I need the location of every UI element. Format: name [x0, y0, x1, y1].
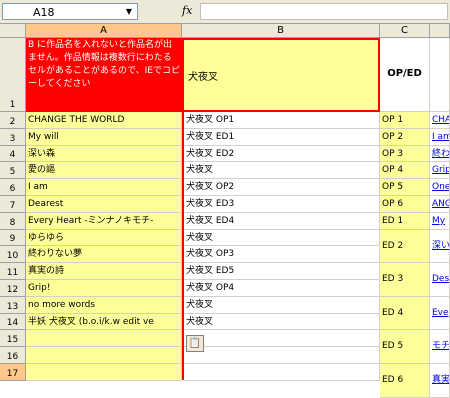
row-header[interactable]: 3 — [0, 128, 26, 146]
selection-border — [182, 112, 184, 380]
row-header[interactable]: 15 — [0, 330, 26, 348]
link-cell[interactable]: 深い — [430, 229, 450, 264]
series-cell[interactable]: 犬夜叉 ED2 — [184, 145, 380, 163]
song-title-cell[interactable]: 真実の詩 — [26, 263, 182, 280]
series-cell[interactable]: 犬夜叉 ED4 — [184, 212, 380, 230]
row-header[interactable]: 13 — [0, 296, 26, 314]
series-cell[interactable]: 犬夜叉 ED3 — [184, 196, 380, 213]
op-ed-cell[interactable]: ED 2 — [380, 229, 430, 264]
row-header[interactable]: 2 — [0, 112, 26, 129]
title-cell[interactable]: 犬夜叉 — [182, 38, 380, 112]
row-header[interactable]: 9 — [0, 229, 26, 247]
row-header[interactable]: 1 — [0, 38, 26, 112]
link-cell[interactable]: Eve — [430, 296, 450, 331]
series-cell[interactable]: 犬夜叉 — [184, 313, 380, 331]
song-title-cell[interactable] — [26, 347, 182, 364]
cell[interactable] — [430, 38, 450, 112]
row-header[interactable]: 11 — [0, 263, 26, 280]
select-all-corner[interactable] — [0, 24, 26, 38]
song-title-cell[interactable]: 終わりない夢 — [26, 246, 182, 264]
column-header-a[interactable]: A — [26, 24, 182, 38]
op-ed-cell[interactable]: OP 4 — [380, 162, 430, 180]
op-ed-cell[interactable]: ED 1 — [380, 212, 430, 230]
series-cell[interactable]: 犬夜叉 ED1 — [184, 128, 380, 146]
op-ed-cell[interactable]: ED 3 — [380, 263, 430, 297]
chevron-down-icon[interactable]: ▼ — [123, 5, 135, 18]
song-title-cell[interactable]: 半妖 犬夜叉 (b.o.i/k.w edit ve — [26, 313, 182, 331]
row-header[interactable]: 14 — [0, 313, 26, 331]
link-cell[interactable]: Des — [430, 263, 450, 297]
formula-input[interactable] — [200, 3, 448, 20]
column-header-b[interactable]: B — [182, 24, 380, 38]
song-title-cell[interactable]: Dearest — [26, 196, 182, 213]
series-cell[interactable]: 犬夜叉 OP3 — [184, 246, 380, 264]
op-ed-cell[interactable]: ED 5 — [380, 330, 430, 364]
op-ed-cell[interactable]: ED 4 — [380, 296, 430, 331]
song-title-cell[interactable]: I am — [26, 179, 182, 196]
name-box-value: A18 — [33, 6, 55, 19]
song-title-cell[interactable]: 愛の謳 — [26, 162, 182, 180]
formula-bar: A18 ▼ fx — [0, 0, 450, 24]
row-header[interactable]: 16 — [0, 347, 26, 364]
row-header[interactable]: 7 — [0, 196, 26, 213]
song-title-cell[interactable]: CHANGE THE WORLD — [26, 112, 182, 129]
op-ed-cell[interactable]: OP 3 — [380, 145, 430, 163]
row-header[interactable]: 5 — [0, 162, 26, 180]
series-cell[interactable]: 犬夜叉 OP2 — [184, 179, 380, 196]
link-cell[interactable]: CHA — [430, 112, 450, 129]
link-cell[interactable]: 真実 — [430, 364, 450, 398]
song-title-cell[interactable]: Grip! — [26, 280, 182, 297]
series-cell[interactable]: 犬夜叉 OP4 — [184, 280, 380, 297]
song-title-cell[interactable]: 深い森 — [26, 145, 182, 163]
row-header[interactable]: 4 — [0, 145, 26, 163]
column-header-c[interactable]: C — [380, 24, 430, 38]
series-cell[interactable] — [184, 364, 380, 381]
op-ed-cell[interactable]: OP 6 — [380, 196, 430, 213]
series-cell[interactable]: 犬夜叉 OP1 — [184, 112, 380, 129]
series-cell[interactable]: 犬夜叉 — [184, 229, 380, 247]
row-header[interactable]: 10 — [0, 246, 26, 264]
song-title-cell[interactable]: no more words — [26, 296, 182, 314]
link-cell[interactable]: モチ — [430, 330, 450, 364]
link-cell[interactable]: ANG — [430, 196, 450, 213]
instruction-cell[interactable]: B に作品名を入れないと作品名が出ません。作品情報は複数行にわたるセルがあること… — [26, 38, 182, 112]
op-ed-cell[interactable]: OP 1 — [380, 112, 430, 129]
row-header[interactable]: 8 — [0, 212, 26, 230]
op-ed-header[interactable]: OP/ED — [380, 38, 430, 112]
song-title-cell[interactable]: ゆらゆら — [26, 229, 182, 247]
link-cell[interactable]: Grip — [430, 162, 450, 180]
function-icon[interactable]: fx — [182, 4, 192, 17]
link-cell[interactable]: 終わ — [430, 145, 450, 163]
series-cell[interactable]: 犬夜叉 ED5 — [184, 263, 380, 280]
series-cell[interactable] — [184, 330, 380, 348]
song-title-cell[interactable] — [26, 364, 182, 381]
op-ed-cell[interactable]: ED 6 — [380, 364, 430, 398]
name-box[interactable]: A18 ▼ — [2, 3, 138, 20]
series-cell[interactable]: 犬夜叉 — [184, 296, 380, 314]
column-header-d[interactable] — [430, 24, 450, 38]
song-title-cell[interactable]: Every Heart -ミンナノキモチ- — [26, 212, 182, 230]
clipboard-icon[interactable]: 📋 — [186, 335, 204, 352]
series-cell[interactable]: 犬夜叉 — [184, 162, 380, 180]
series-cell[interactable] — [184, 347, 380, 364]
link-cell[interactable]: One — [430, 179, 450, 196]
song-title-cell[interactable]: My will — [26, 128, 182, 146]
row-header[interactable]: 12 — [0, 280, 26, 297]
op-ed-cell[interactable]: OP 2 — [380, 128, 430, 146]
link-cell[interactable]: My — [430, 212, 450, 230]
row-header[interactable]: 17 — [0, 364, 26, 381]
song-title-cell[interactable] — [26, 330, 182, 348]
row-header[interactable]: 6 — [0, 179, 26, 196]
link-cell[interactable]: I am — [430, 128, 450, 146]
op-ed-cell[interactable]: OP 5 — [380, 179, 430, 196]
